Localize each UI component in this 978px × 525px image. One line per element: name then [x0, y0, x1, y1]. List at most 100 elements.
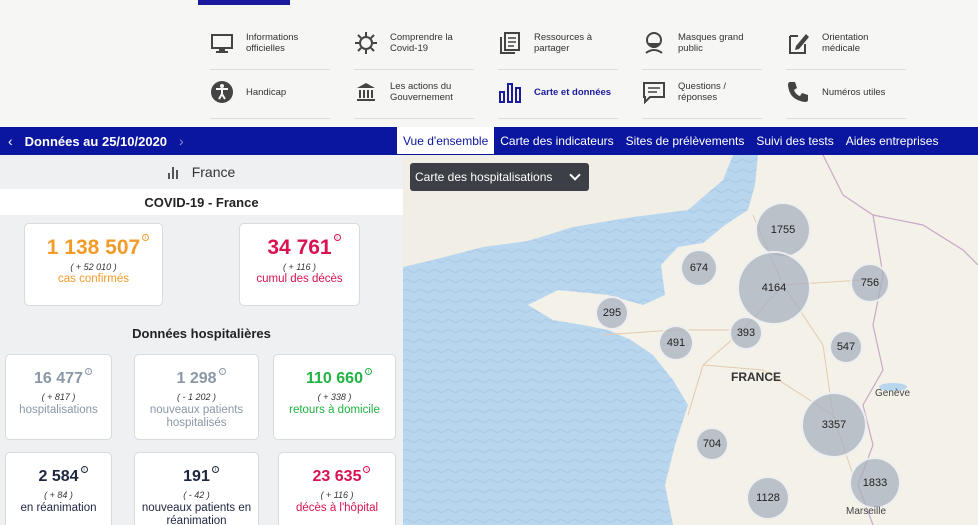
- section-title-hospitalieres: Données hospitalières: [132, 325, 271, 341]
- map-bubble[interactable]: 1128: [746, 476, 790, 520]
- next-date-button[interactable]: ›: [179, 133, 184, 149]
- data-date: Données au 25/10/2020: [24, 133, 168, 149]
- card-label: cumul des décès: [256, 273, 343, 285]
- map-bubble[interactable]: 704: [695, 427, 729, 461]
- tab-aides-entreprises[interactable]: Aides entreprises: [840, 127, 945, 154]
- tab-sites-prelevements[interactable]: Sites de prélèvements: [620, 127, 751, 154]
- view-tabs: Vue d'ensemble Carte des indicateurs Sit…: [397, 127, 944, 154]
- nav-item-carte-donnees[interactable]: Carte et données: [498, 71, 618, 119]
- tab-vue-ensemble[interactable]: Vue d'ensemble: [397, 127, 495, 154]
- section-title-covid: COVID-19 - France: [0, 189, 403, 215]
- card-cumul-deces: 34 761 i ( + 116 ) cumul des décès: [239, 223, 360, 306]
- accessibility-icon: [210, 80, 234, 104]
- chevron-down-icon: [569, 169, 581, 181]
- nav-item-informations-officielles[interactable]: Informations officielles: [210, 22, 330, 70]
- card-label: en réanimation: [20, 502, 97, 514]
- card-label: nouveaux patients hospitalisés: [149, 404, 244, 429]
- card-value: 1 138 507 i: [47, 234, 150, 260]
- documents-icon: [498, 31, 522, 55]
- nav-item-label: Informations officielles: [246, 32, 299, 54]
- map-city-label: Genève: [875, 388, 911, 399]
- virus-icon: [354, 31, 378, 55]
- map-bubble[interactable]: 393: [729, 316, 763, 350]
- nav-item-numeros-utiles[interactable]: Numéros utiles: [786, 71, 906, 119]
- nav-item-comprendre-covid[interactable]: Comprendre la Covid-19: [354, 22, 474, 70]
- map-bubble[interactable]: 4164: [737, 251, 811, 325]
- nav-item-label: Masques grand public: [678, 32, 744, 54]
- card-value: 1 298 i: [176, 368, 226, 388]
- info-icon: i: [80, 466, 88, 473]
- map-bubble[interactable]: 491: [658, 325, 694, 361]
- card-nouveaux-hospitalises: 1 298 i ( - 1 202 ) nouveaux patients hos…: [134, 354, 259, 440]
- nav-item-label: Carte et données: [534, 86, 612, 98]
- card-deces-hopital: 23 635 i ( + 116 ) décès à l'hôpital: [278, 452, 396, 525]
- card-label: retours à domicile: [289, 404, 380, 416]
- hospitalisations-map[interactable]: Carte des hospitalisations 1755 674 4164…: [403, 155, 978, 525]
- card-value: 110 660 i: [306, 368, 372, 388]
- info-icon: i: [333, 234, 341, 241]
- map-type-label: Carte des hospitalisations: [415, 170, 553, 184]
- phone-icon: [786, 80, 810, 104]
- map-bubble[interactable]: 1755: [755, 202, 811, 258]
- nav-item-label: Orientation médicale: [822, 32, 869, 54]
- card-delta: ( + 52 010 ): [70, 262, 117, 272]
- map-bubble[interactable]: 3357: [801, 392, 867, 458]
- tab-suivi-tests[interactable]: Suivi des tests: [750, 127, 839, 154]
- map-bubble[interactable]: 547: [829, 330, 863, 364]
- card-reanimation: 2 584 i ( + 84 ) en réanimation: [5, 452, 112, 525]
- previous-date-button[interactable]: ‹: [8, 133, 13, 149]
- card-nouveaux-reanimation: 191 i ( - 42 ) nouveaux patients en réani…: [134, 452, 259, 525]
- card-delta: ( - 42 ): [183, 490, 210, 500]
- card-delta: ( + 116 ): [282, 262, 317, 272]
- nav-item-handicap[interactable]: Handicap: [210, 71, 330, 119]
- card-value: 23 635 i: [313, 466, 371, 486]
- card-hospitalisations: 16 477 i ( + 817 ) hospitalisations: [5, 354, 112, 440]
- top-navigation: Informations officielles Comprendre la C…: [0, 0, 978, 127]
- monitor-icon: [210, 31, 234, 55]
- nav-item-label: Handicap: [246, 86, 287, 98]
- nav-item-orientation-medicale[interactable]: Orientation médicale: [786, 22, 906, 70]
- clipboard-edit-icon: [786, 31, 810, 55]
- tab-carte-indicateurs[interactable]: Carte des indicateurs: [494, 127, 619, 154]
- nav-item-label: Questions / réponses: [678, 81, 727, 103]
- map-country-label: FRANCE: [731, 370, 781, 384]
- card-delta: ( + 116 ): [320, 490, 354, 500]
- card-retours-domicile: 110 660 i ( + 338 ) retours à domicile: [273, 354, 396, 440]
- info-icon: i: [142, 234, 150, 241]
- nav-item-label: Ressources à partager: [534, 32, 593, 54]
- map-type-select[interactable]: Carte des hospitalisations: [410, 163, 589, 191]
- card-value: 16 477 i: [34, 368, 92, 388]
- card-delta: ( + 84 ): [44, 490, 73, 500]
- bar-chart-icon: [498, 80, 522, 104]
- info-icon: i: [211, 466, 219, 473]
- map-bubble[interactable]: 674: [680, 249, 718, 287]
- card-label: cas confirmés: [58, 273, 129, 285]
- nav-item-label: Numéros utiles: [822, 86, 886, 98]
- map-bubble[interactable]: 756: [850, 263, 890, 303]
- card-label: décès à l'hôpital: [295, 502, 379, 514]
- mask-icon: [642, 31, 666, 55]
- card-value: 2 584 i: [38, 466, 88, 486]
- chart-bars-icon: [167, 165, 182, 179]
- card-value: 191 i: [183, 466, 219, 486]
- nav-item-label: Comprendre la Covid-19: [390, 32, 453, 54]
- info-icon: i: [84, 368, 92, 375]
- card-delta: ( + 817 ): [41, 392, 76, 402]
- nav-item-ressources[interactable]: Ressources à partager: [498, 22, 618, 70]
- nav-accent-bar: [198, 0, 290, 5]
- map-bubble[interactable]: 295: [595, 296, 629, 330]
- nav-item-actions-gouvernement[interactable]: Les actions du Gouvernement: [354, 71, 474, 119]
- chat-bubble-icon: [642, 80, 666, 104]
- map-city-label: Marseille: [846, 506, 887, 517]
- map-bubble[interactable]: 1833: [849, 457, 901, 509]
- card-label: nouveaux patients en réanimation: [141, 502, 252, 525]
- info-icon: i: [364, 368, 372, 375]
- nav-item-questions-reponses[interactable]: Questions / réponses: [642, 71, 762, 119]
- card-label: hospitalisations: [19, 404, 98, 416]
- government-building-icon: [354, 80, 378, 104]
- card-delta: ( - 1 202 ): [176, 392, 216, 402]
- nav-item-masques[interactable]: Masques grand public: [642, 22, 762, 70]
- card-value: 34 761 i: [267, 234, 341, 260]
- region-name: France: [191, 164, 236, 180]
- region-selector[interactable]: France: [0, 155, 403, 189]
